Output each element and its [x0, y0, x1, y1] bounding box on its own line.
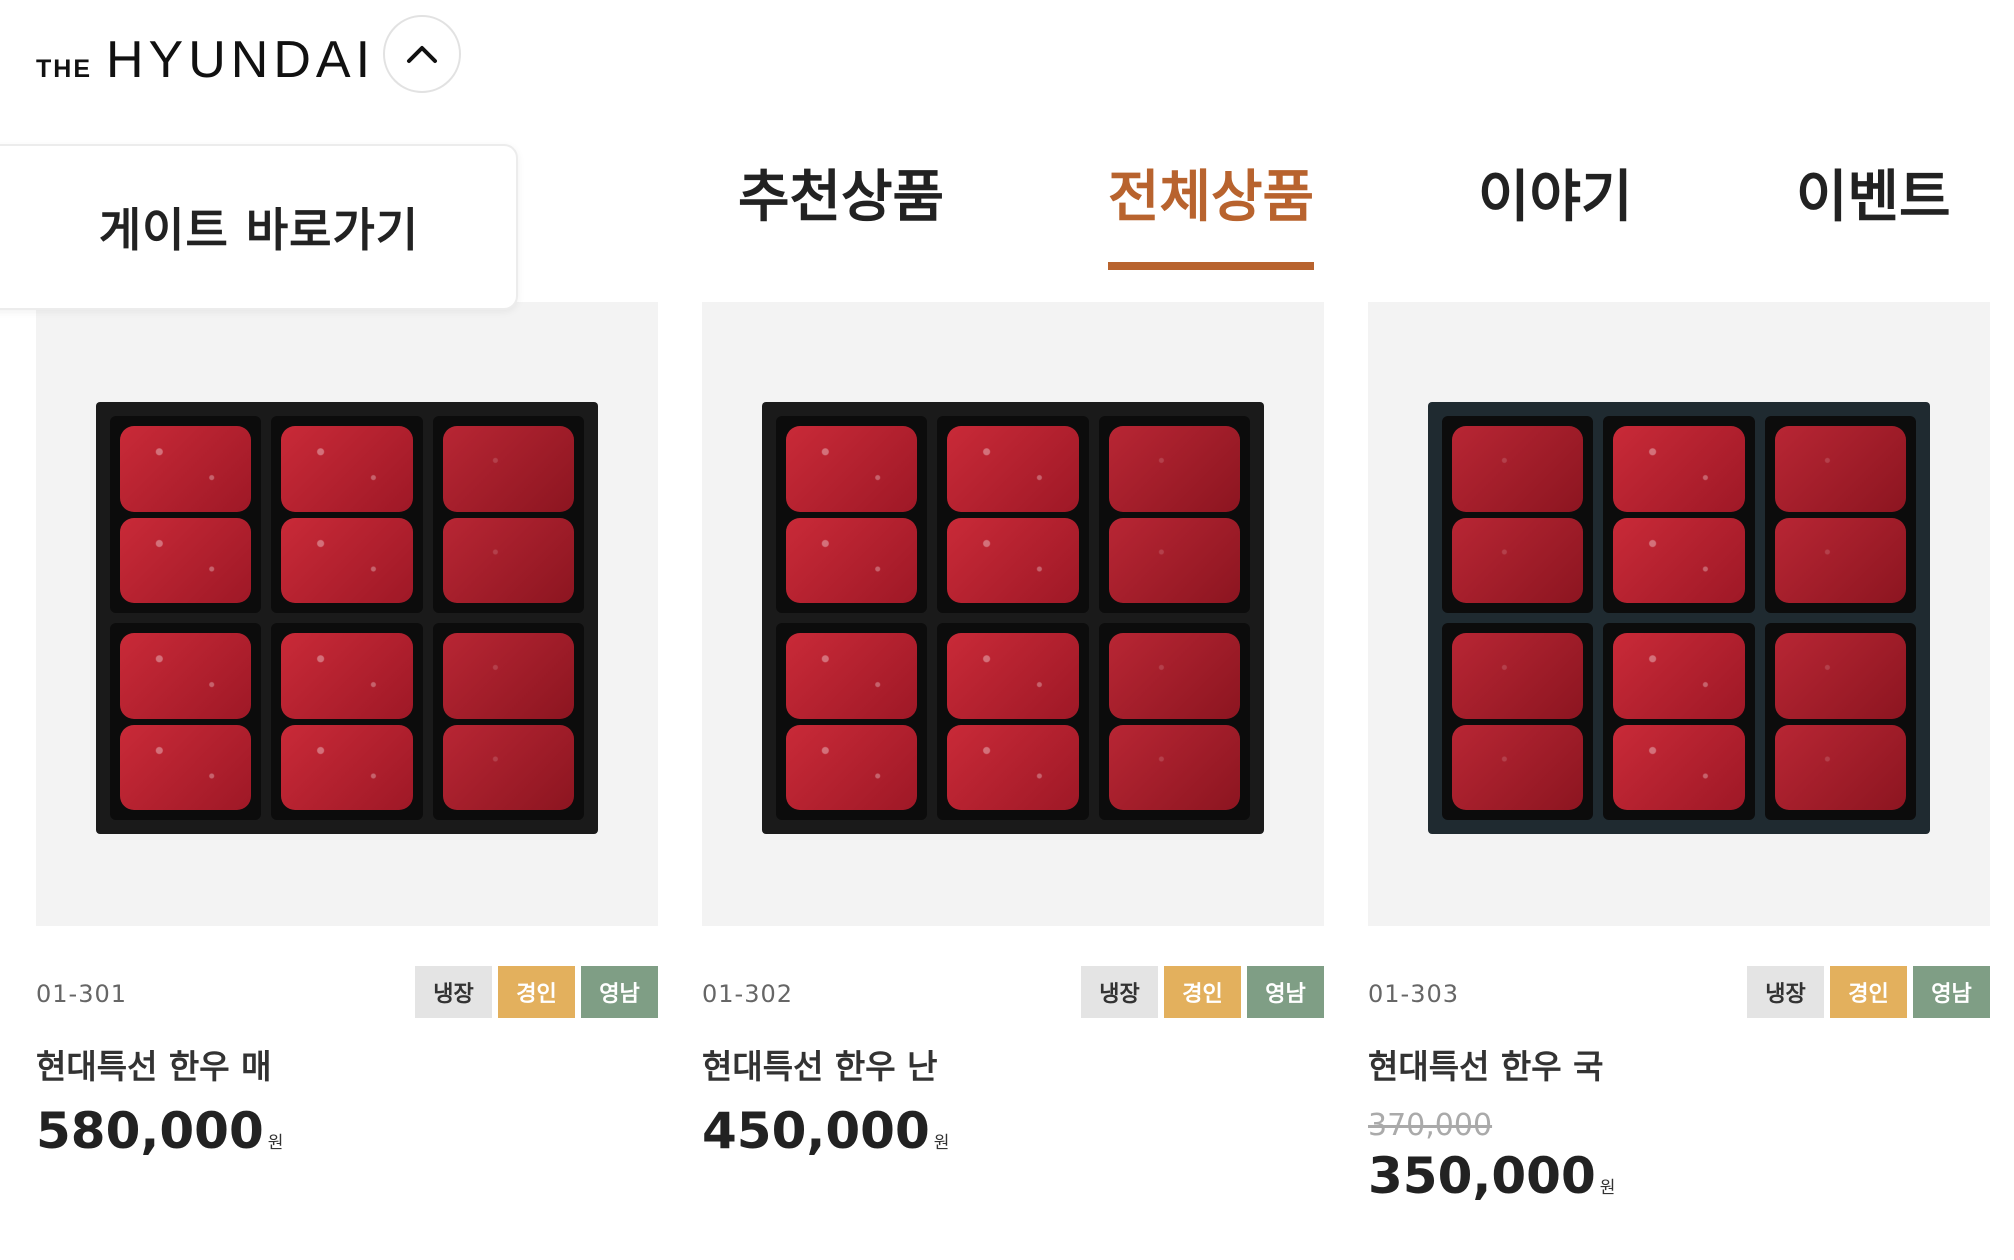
price-currency: 원	[267, 1133, 284, 1153]
tab-label: 이야기	[1478, 165, 1633, 230]
product-name[interactable]: 현대특선 한우 국	[1368, 1040, 1990, 1088]
badge-yeongnam: 영남	[1247, 966, 1324, 1018]
logo-main: HYUNDAI	[106, 31, 376, 89]
header: THE HYUNDAI	[0, 0, 2014, 110]
price-value: 450,000	[702, 1102, 930, 1160]
badge-gyeongin: 경인	[1164, 966, 1241, 1018]
product-image[interactable]	[702, 302, 1324, 926]
tab-label: 전체상품	[1108, 165, 1315, 230]
tab-label: 추천상품	[738, 165, 945, 230]
product-image[interactable]	[1368, 302, 1990, 926]
tab-label: 이벤트	[1796, 165, 1951, 230]
gate-shortcut-button[interactable]: 게이트 바로가기	[0, 144, 518, 310]
collapse-toggle-button[interactable]	[383, 15, 461, 93]
badge-refrigerated: 냉장	[1081, 966, 1158, 1018]
product-meta: 01-301 냉장 경인 영남	[36, 966, 658, 1026]
price-currency: 원	[1599, 1178, 1616, 1198]
product-card[interactable]: 01-301 냉장 경인 영남 현대특선 한우 매 580,000 원	[36, 302, 658, 1160]
product-badges: 냉장 경인 영남	[415, 966, 658, 1018]
price-currency: 원	[933, 1133, 950, 1153]
tab-event[interactable]: 이벤트	[1796, 152, 1951, 272]
meat-gift-box	[1428, 402, 1930, 834]
product-meta: 01-303 냉장 경인 영남	[1368, 966, 1990, 1026]
product-price: 450,000 원	[702, 1102, 1324, 1160]
badge-refrigerated: 냉장	[1747, 966, 1824, 1018]
product-badges: 냉장 경인 영남	[1747, 966, 1990, 1018]
badge-yeongnam: 영남	[581, 966, 658, 1018]
product-name[interactable]: 현대특선 한우 매	[36, 1040, 658, 1088]
gate-shortcut-label: 게이트 바로가기	[98, 203, 420, 257]
product-price: 350,000 원	[1368, 1147, 1990, 1205]
sale-price-value: 350,000	[1368, 1147, 1596, 1205]
product-code: 01-302	[702, 980, 794, 1008]
product-code: 01-303	[1368, 980, 1460, 1008]
meat-gift-box	[762, 402, 1264, 834]
product-code: 01-301	[36, 980, 128, 1008]
product-image[interactable]	[36, 302, 658, 926]
hyundai-logo[interactable]: THE HYUNDAI	[36, 30, 375, 90]
product-card[interactable]: 01-302 냉장 경인 영남 현대특선 한우 난 450,000 원	[702, 302, 1324, 1160]
meat-gift-box	[96, 402, 598, 834]
price-value: 580,000	[36, 1102, 264, 1160]
product-meta: 01-302 냉장 경인 영남	[702, 966, 1324, 1026]
active-tab-underline	[1108, 262, 1315, 270]
badge-gyeongin: 경인	[1830, 966, 1907, 1018]
tab-story[interactable]: 이야기	[1478, 152, 1633, 272]
tab-recommended[interactable]: 추천상품	[738, 152, 944, 272]
original-price: 370,000	[1368, 1108, 1493, 1143]
product-badges: 냉장 경인 영남	[1081, 966, 1324, 1018]
product-name[interactable]: 현대특선 한우 난	[702, 1040, 1324, 1088]
badge-gyeongin: 경인	[498, 966, 575, 1018]
chevron-up-icon	[407, 46, 437, 63]
tab-all-products[interactable]: 전체상품	[1108, 152, 1315, 272]
logo-prefix: THE	[36, 55, 92, 83]
badge-yeongnam: 영남	[1913, 966, 1990, 1018]
badge-refrigerated: 냉장	[415, 966, 492, 1018]
product-card[interactable]: 01-303 냉장 경인 영남 현대특선 한우 국 370,000 350,00…	[1368, 302, 1990, 1205]
product-price: 580,000 원	[36, 1102, 658, 1160]
